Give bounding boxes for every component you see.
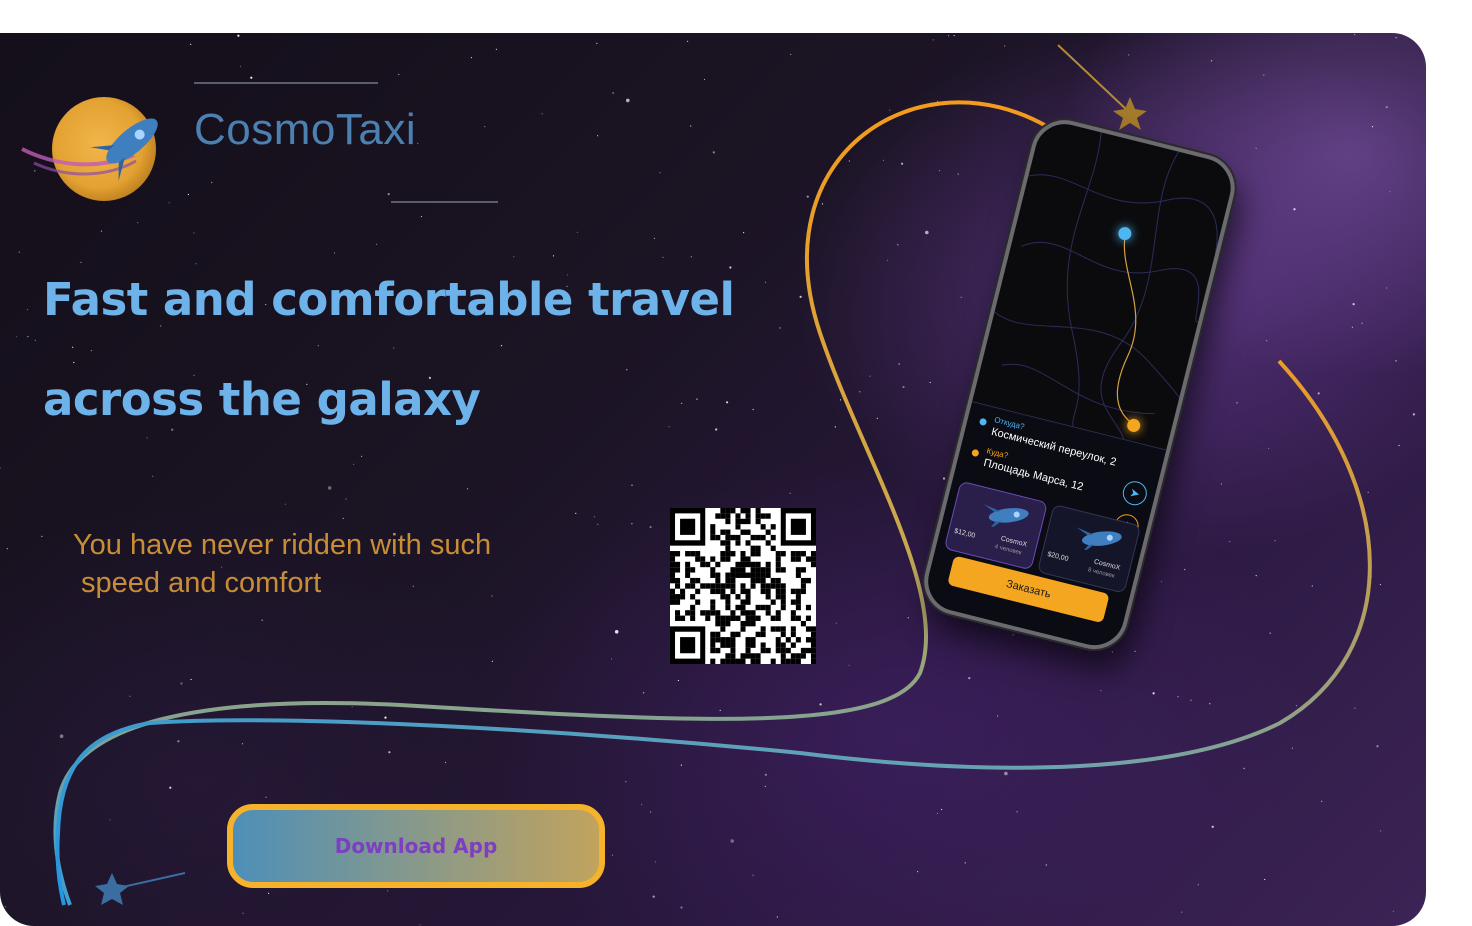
orbit-curve-left <box>53 100 1049 906</box>
qr-code-icon[interactable] <box>670 508 816 664</box>
rocket-icon <box>983 503 1029 532</box>
headline-line-1: Fast and comfortable travel <box>43 273 735 326</box>
shooting-star-icon-2 <box>95 873 129 905</box>
headline-line-2: across the galaxy <box>43 373 481 426</box>
rocket-icon <box>1076 527 1122 556</box>
rocket-planet-logo-icon <box>21 97 158 201</box>
brand-name: CosmoTaxi <box>194 105 417 154</box>
subline-line-1: You have never ridden with such <box>73 529 492 561</box>
ride-price: $20,00 <box>1046 551 1070 563</box>
ride-price: $12,00 <box>953 527 976 540</box>
download-app-button[interactable]: Download App <box>227 804 605 888</box>
hero-banner: CosmoTaxi Fast and comfortable travel ac… <box>0 33 1426 926</box>
subline-line-2: speed and comfort <box>81 567 322 599</box>
logo-divider-top <box>194 82 378 84</box>
logo-divider-bottom <box>391 201 498 203</box>
